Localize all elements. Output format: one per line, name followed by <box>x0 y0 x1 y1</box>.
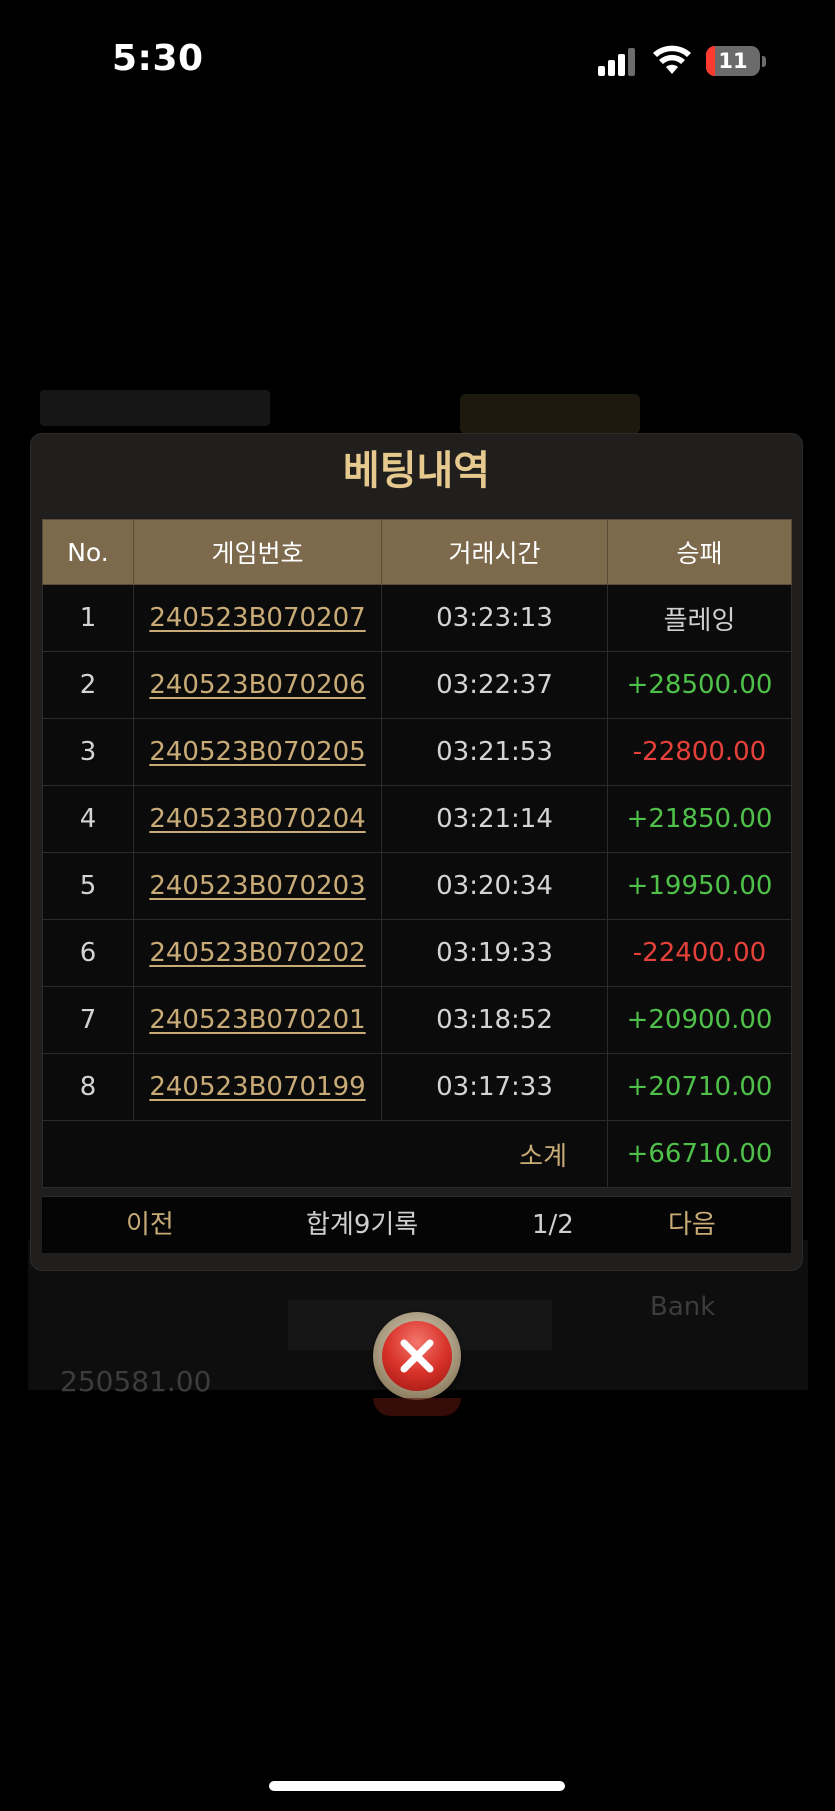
result-value: +21850.00 <box>607 785 792 853</box>
transaction-time: 03:21:14 <box>381 785 608 853</box>
transaction-time: 03:21:53 <box>381 718 608 786</box>
table-row: 7 240523B070201 03:18:52 +20900.00 <box>42 986 792 1054</box>
row-number: 1 <box>42 584 134 652</box>
row-number: 5 <box>42 852 134 920</box>
status-bar: 5:30 11 <box>0 0 835 120</box>
result-value: +28500.00 <box>607 651 792 719</box>
background-bank-label: Bank <box>650 1292 716 1322</box>
game-id-link[interactable]: 240523B070203 <box>133 852 382 920</box>
subtotal-label: 소계 <box>42 1120 608 1188</box>
result-value: -22400.00 <box>607 919 792 987</box>
transaction-time: 03:19:33 <box>381 919 608 987</box>
transaction-time: 03:18:52 <box>381 986 608 1054</box>
game-id-link[interactable]: 240523B070206 <box>133 651 382 719</box>
column-header-time: 거래시간 <box>381 519 608 585</box>
row-number: 7 <box>42 986 134 1054</box>
transaction-time: 03:17:33 <box>381 1053 608 1121</box>
home-indicator <box>269 1781 565 1791</box>
betting-history-table: No. 게임번호 거래시간 승패 1 240523B070207 03:23:13 플… <box>42 519 792 1188</box>
close-button-reflection <box>373 1398 461 1416</box>
betting-history-modal: 베팅내역 No. 게임번호 거래시간 승패 1 240523B070207 03:2… <box>30 433 803 1271</box>
table-header-row: No. 게임번호 거래시간 승패 <box>42 519 792 585</box>
row-number: 4 <box>42 785 134 853</box>
row-number: 6 <box>42 919 134 987</box>
table-row: 5 240523B070203 03:20:34 +19950.00 <box>42 852 792 920</box>
close-x-icon <box>382 1321 452 1391</box>
battery-level: 11 <box>718 49 748 73</box>
transaction-time: 03:22:37 <box>381 651 608 719</box>
game-id-link[interactable]: 240523B070199 <box>133 1053 382 1121</box>
result-value: +20900.00 <box>607 986 792 1054</box>
column-header-game-id: 게임번호 <box>133 519 382 585</box>
status-time: 5:30 <box>112 38 204 79</box>
close-button[interactable] <box>373 1312 461 1400</box>
cellular-signal-icon <box>598 48 638 76</box>
result-value: +20710.00 <box>607 1053 792 1121</box>
background-balance: 250581.00 <box>60 1365 212 1398</box>
table-row: 2 240523B070206 03:22:37 +28500.00 <box>42 651 792 719</box>
result-value: 플레잉 <box>607 584 792 652</box>
table-row: 6 240523B070202 03:19:33 -22400.00 <box>42 919 792 987</box>
table-row: 3 240523B070205 03:21:53 -22800.00 <box>42 718 792 786</box>
battery-icon: 11 <box>706 46 760 76</box>
modal-title: 베팅내역 <box>342 448 491 494</box>
row-number: 8 <box>42 1053 134 1121</box>
battery-tip <box>762 56 766 67</box>
table-row: 1 240523B070207 03:23:13 플레잉 <box>42 584 792 652</box>
game-id-link[interactable]: 240523B070205 <box>133 718 382 786</box>
game-id-link[interactable]: 240523B070207 <box>133 584 382 652</box>
subtotal-row: 소계 +66710.00 <box>42 1120 792 1188</box>
result-value: +19950.00 <box>607 852 792 920</box>
next-page-button[interactable]: 다음 <box>668 1197 716 1253</box>
table-row: 8 240523B070199 03:17:33 +20710.00 <box>42 1053 792 1121</box>
table-row: 4 240523B070204 03:21:14 +21850.00 <box>42 785 792 853</box>
total-records: 합계9기록 <box>306 1210 419 1240</box>
transaction-time: 03:23:13 <box>381 584 608 652</box>
pagination-bar: 이전 합계9기록 1/2 다음 <box>42 1196 791 1253</box>
prev-page-button[interactable]: 이전 <box>126 1197 174 1253</box>
wifi-icon <box>653 45 691 74</box>
game-id-link[interactable]: 240523B070202 <box>133 919 382 987</box>
game-id-link[interactable]: 240523B070201 <box>133 986 382 1054</box>
page-indicator: 1/2 <box>532 1210 574 1240</box>
subtotal-value: +66710.00 <box>607 1120 792 1188</box>
row-number: 2 <box>42 651 134 719</box>
game-id-link[interactable]: 240523B070204 <box>133 785 382 853</box>
column-header-result: 승패 <box>607 519 792 585</box>
transaction-time: 03:20:34 <box>381 852 608 920</box>
result-value: -22800.00 <box>607 718 792 786</box>
background-logo <box>460 394 640 434</box>
row-number: 3 <box>42 718 134 786</box>
background-left-logo <box>40 390 270 426</box>
column-header-no: No. <box>42 519 134 585</box>
